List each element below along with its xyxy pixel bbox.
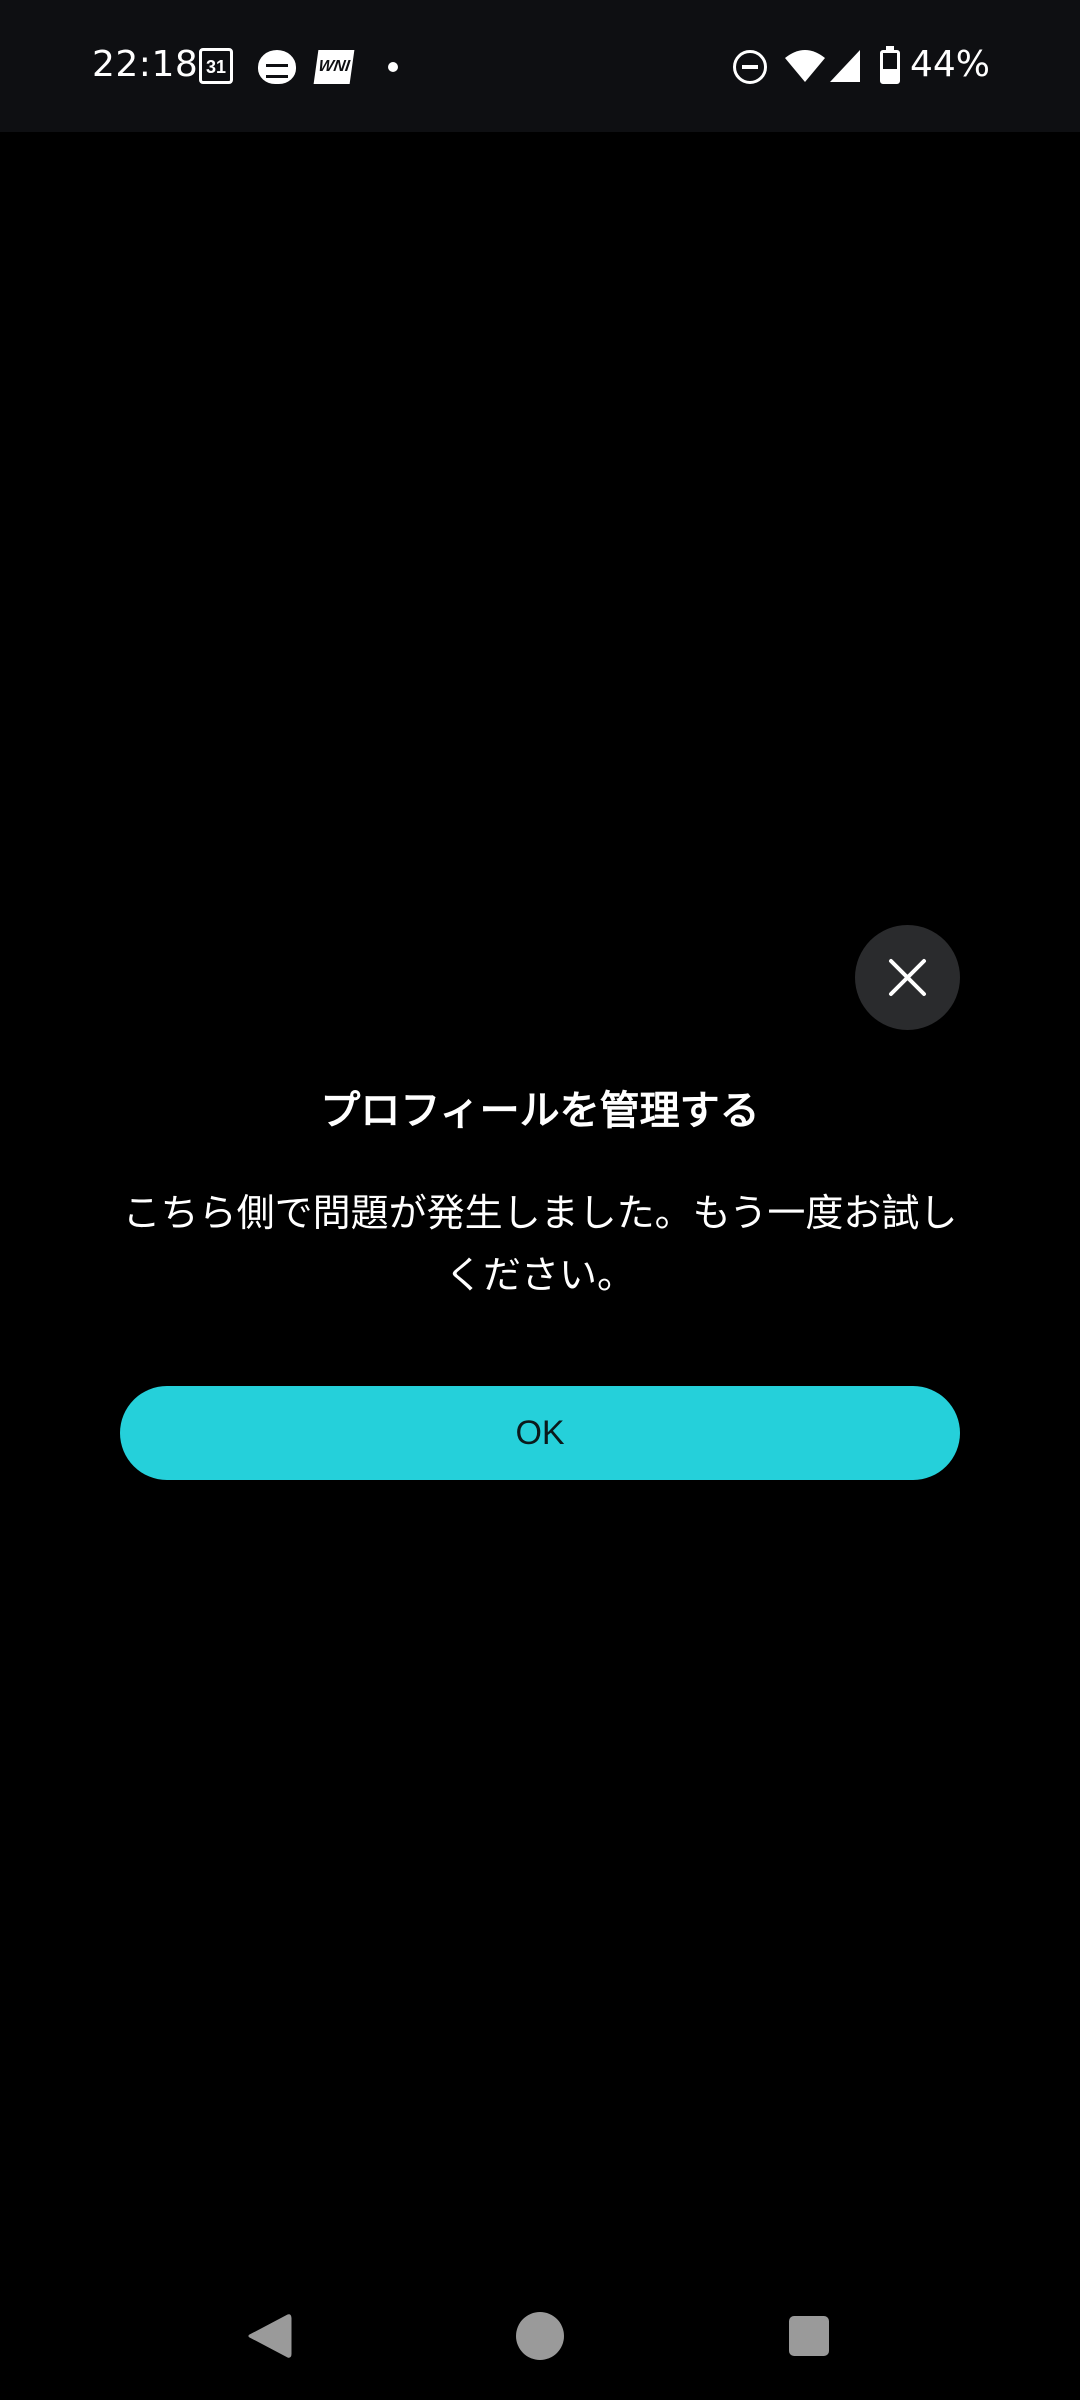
back-icon[interactable] [246,2312,292,2360]
wni-label: WNI [313,50,355,84]
battery-icon [880,46,900,84]
calendar-day: 31 [199,48,233,84]
signal-icon [830,50,860,82]
weather-app-icon [258,48,298,88]
ok-button[interactable]: OK [120,1386,960,1480]
notification-dot [388,62,398,72]
home-icon[interactable] [516,2312,564,2360]
wifi-icon [785,50,825,82]
status-time: 22:18 [92,44,199,85]
recents-icon[interactable] [789,2316,829,2356]
wni-icon: WNI [313,48,355,88]
battery-percent: 44% [910,44,991,85]
status-bar: 22:18 31 WNI 44% [0,0,1080,132]
close-button[interactable] [855,925,960,1030]
do-not-disturb-icon [733,50,767,84]
dialog-title: プロフィールを管理する [320,1088,760,1134]
dialog-message: こちら側で問題が発生しました。もう一度お試しください。 [122,1191,958,1297]
close-icon [889,959,926,996]
calendar-icon: 31 [199,48,237,88]
